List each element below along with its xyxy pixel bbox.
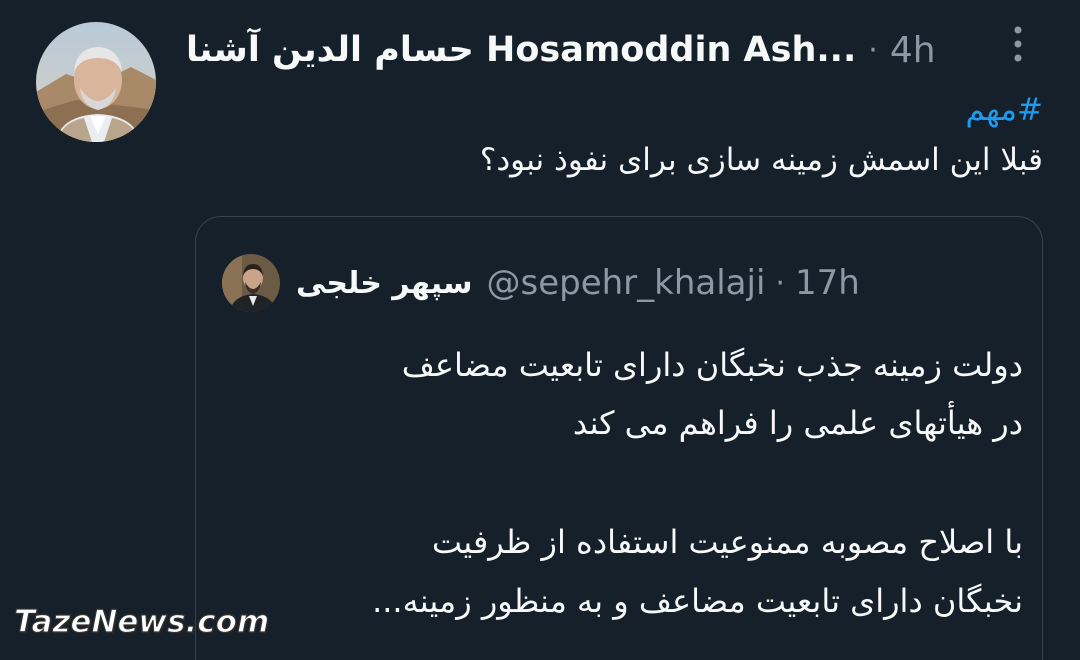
quoted-author-handle[interactable]: @sepehr_khalaji xyxy=(487,263,766,303)
tweet-time[interactable]: 4h xyxy=(890,30,936,71)
header-separator: · xyxy=(868,32,878,68)
author-avatar[interactable] xyxy=(36,22,156,142)
tweet-header: حسام الدين آشنا Hosamoddin Ash... · 4h xyxy=(186,20,986,80)
quoted-header-separator: · xyxy=(775,265,785,301)
quoted-text-line-3: با اصلاح مصوبه ممنوعیت استفاده از ظرفیت xyxy=(431,523,1023,561)
quoted-tweet-header: سپهر خلجی @sepehr_khalaji · 17h xyxy=(222,252,1012,314)
site-watermark: TazeNews.com xyxy=(13,603,270,640)
more-vertical-icon[interactable] xyxy=(1003,22,1033,66)
quoted-text-line-4: نخبگان دارای تابعیت مضاعف و به منظور زمی… xyxy=(372,582,1023,620)
tweet-text: قبلا این اسمش زمینه سازی برای نفوذ نبود؟ xyxy=(479,142,1043,178)
quoted-text-line-1: دولت زمینه جذب نخبگان دارای تابعیت مضاعف xyxy=(401,346,1023,384)
quoted-author-name[interactable]: سپهر خلجی xyxy=(296,266,473,301)
quoted-text-line-2: در هیأتهای علمی را فراهم می کند xyxy=(572,404,1023,442)
quoted-tweet-time[interactable]: 17h xyxy=(795,263,860,303)
author-name[interactable]: حسام الدين آشنا Hosamoddin Ash... xyxy=(186,30,856,70)
hashtag-link[interactable]: #مهم xyxy=(966,92,1044,128)
quoted-author-avatar[interactable] xyxy=(222,254,280,312)
tweet-page: حسام الدين آشنا Hosamoddin Ash... · 4h #… xyxy=(0,0,1080,660)
